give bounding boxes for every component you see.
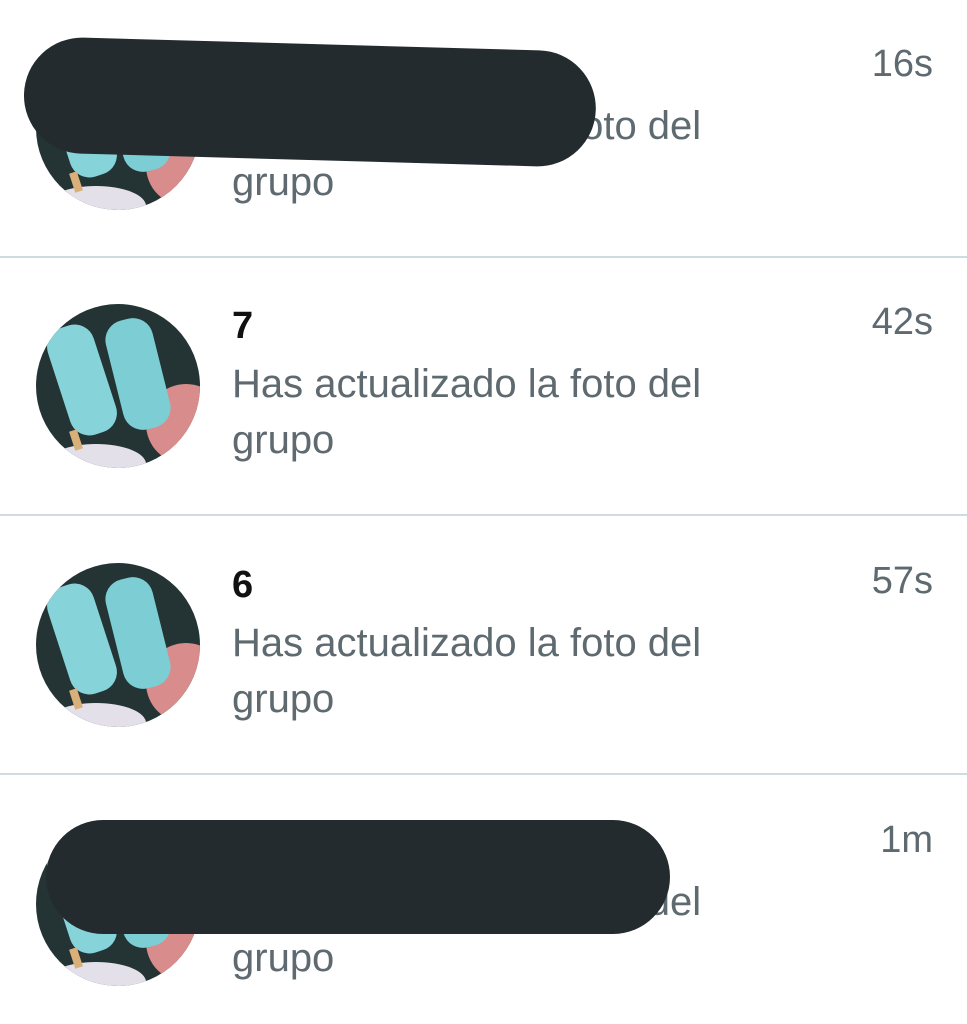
popsicle-image [36,304,200,468]
group-avatar [36,563,200,727]
chat-time: 16s [871,43,933,85]
row-divider [0,514,967,516]
chat-row[interactable]: Has actualizado la foto del grupo 16s [0,0,967,258]
row-divider [0,773,967,775]
chat-row[interactable]: Has actualizado la foto del grupo 1m [0,776,967,1024]
chat-time: 42s [871,301,933,343]
chat-time: 57s [871,560,933,602]
redaction-bar [46,820,670,934]
chat-row[interactable]: 6 Has actualizado la foto del grupo 57s [0,517,967,775]
chat-row[interactable]: 7 Has actualizado la foto del grupo 42s [0,258,967,516]
chat-title: 7 [232,305,254,347]
redaction-bar [22,36,598,168]
chat-message: Has actualizado la foto del grupo [232,621,702,721]
chat-message: Has actualizado la foto del grupo [232,362,702,462]
chat-time: 1m [880,819,933,861]
popsicle-image [36,563,200,727]
chat-title: 6 [232,564,254,606]
chat-list: Has actualizado la foto del grupo 16s 7 … [0,0,967,1024]
group-avatar [36,304,200,468]
